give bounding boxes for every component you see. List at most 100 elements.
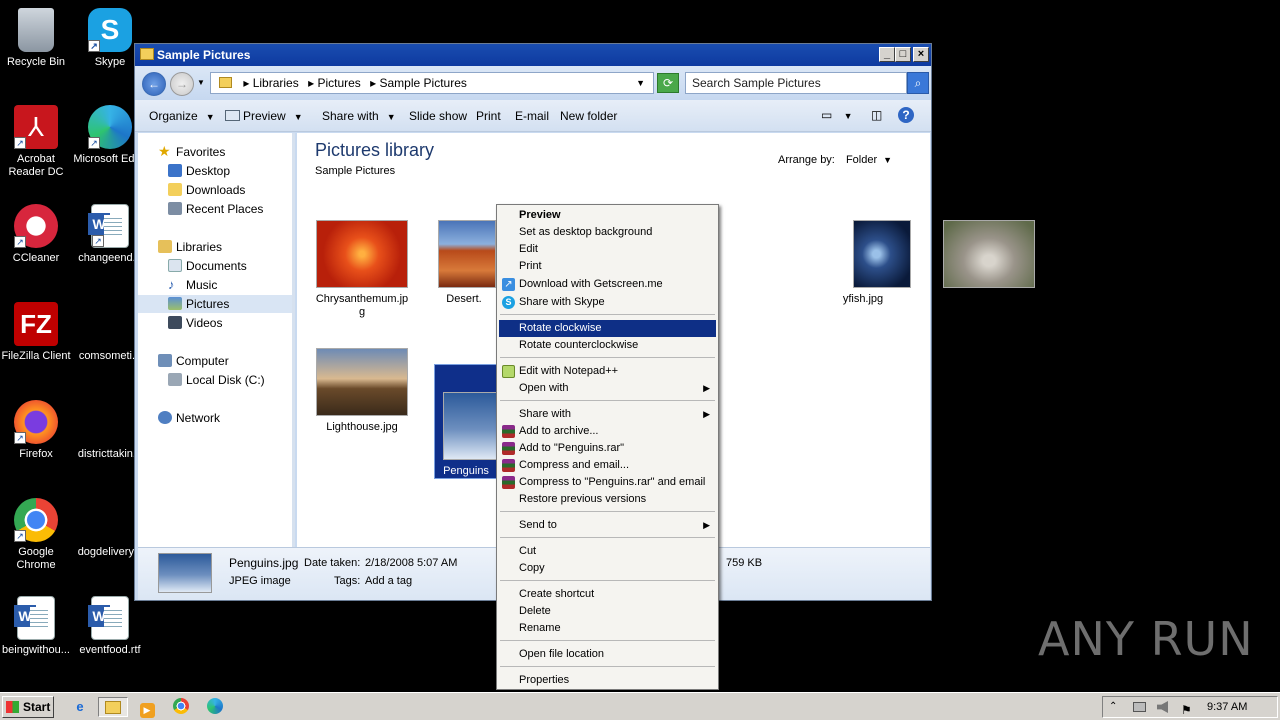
address-dropdown-icon[interactable]: ▼ — [636, 73, 645, 93]
close-button[interactable]: × — [913, 47, 929, 62]
share-with-button[interactable]: Share with ▼ — [322, 109, 396, 123]
file-desert[interactable]: Desert. — [432, 220, 496, 306]
menu-cut[interactable]: Cut — [499, 543, 716, 560]
file-chrysanthemum[interactable]: Chrysanthemum.jpg — [307, 220, 417, 319]
views-icon[interactable]: ▭ ▼ — [821, 108, 853, 122]
explorer-taskbar-button[interactable] — [98, 697, 128, 717]
media-player-icon[interactable]: ▶ — [136, 697, 158, 718]
menu-open-file-location[interactable]: Open file location — [499, 646, 716, 663]
menu-share-skype[interactable]: S Share with Skype — [499, 294, 716, 311]
nav-recent-places[interactable]: Recent Places — [138, 200, 292, 218]
clock[interactable]: 9:37 AM — [1207, 697, 1247, 717]
menu-edit[interactable]: Edit — [499, 241, 716, 258]
action-center-flag-icon[interactable]: ⚑ — [1181, 700, 1192, 720]
menu-add-to-archive[interactable]: Add to archive... — [499, 423, 716, 440]
arrange-by-dropdown[interactable]: Folder ▼ — [846, 154, 892, 166]
back-button[interactable]: ← — [142, 72, 166, 96]
nav-pictures[interactable]: Pictures — [138, 295, 292, 313]
menu-send-to[interactable]: Send to ▶ — [499, 517, 716, 534]
recent-pages-dropdown[interactable]: ▼ — [197, 78, 205, 87]
menu-open-with[interactable]: Open with ▶ — [499, 380, 716, 397]
menu-share-with[interactable]: Share with ▶ — [499, 406, 716, 423]
network-tray-icon[interactable] — [1133, 702, 1146, 712]
beingwithou-shortcut[interactable]: beingwithou... — [0, 596, 74, 657]
menu-getscreen[interactable]: ↗ Download with Getscreen.me — [499, 276, 716, 293]
breadcrumb-libraries[interactable]: Libraries — [253, 76, 299, 90]
menu-print[interactable]: Print — [499, 258, 716, 275]
menu-rotate-counterclockwise[interactable]: Rotate counterclockwise — [499, 337, 716, 354]
chrome-shortcut[interactable]: ↗ Google Chrome — [0, 498, 74, 572]
organize-button[interactable]: Organize ▼ — [149, 109, 215, 123]
windows-logo-icon — [6, 701, 19, 713]
recycle-bin-shortcut[interactable]: Recycle Bin — [0, 8, 74, 69]
new-folder-button[interactable]: New folder — [560, 109, 617, 123]
forward-button[interactable]: → — [170, 72, 194, 96]
maximize-button[interactable]: □ — [895, 47, 911, 62]
nav-documents[interactable]: Documents — [138, 257, 292, 275]
winrar-icon — [502, 442, 515, 455]
start-button[interactable]: Start — [2, 696, 54, 718]
volume-icon[interactable] — [1157, 701, 1168, 713]
file-jellyfish[interactable]: yfish.jpg — [843, 220, 913, 306]
menu-properties[interactable]: Properties — [499, 672, 716, 689]
menu-copy[interactable]: Copy — [499, 560, 716, 577]
submenu-arrow-icon: ▶ — [703, 520, 710, 530]
edge-taskbar-icon[interactable] — [204, 697, 226, 717]
network-icon — [158, 411, 172, 424]
nav-network[interactable]: Network — [138, 409, 292, 427]
search-input[interactable]: Search Sample Pictures — [685, 72, 907, 94]
breadcrumb-pictures[interactable]: Pictures — [317, 76, 360, 90]
menu-compress-rar-email[interactable]: Compress to "Penguins.rar" and email — [499, 474, 716, 491]
nav-downloads[interactable]: Downloads — [138, 181, 292, 199]
file-koala[interactable]: Koala.jpg — [934, 220, 1044, 306]
skype-icon: S ↗ — [88, 8, 132, 52]
arrange-by-label: Arrange by: — [778, 154, 835, 166]
firefox-shortcut[interactable]: ↗ Firefox — [0, 400, 74, 461]
chrome-taskbar-icon[interactable] — [170, 697, 192, 717]
nav-favorites[interactable]: ★ Favorites — [138, 143, 292, 161]
menu-create-shortcut[interactable]: Create shortcut — [499, 586, 716, 603]
internet-explorer-icon[interactable]: e — [69, 697, 91, 717]
address-bar[interactable]: ▸ Libraries ▸ Pictures ▸ Sample Pictures… — [210, 72, 654, 94]
slide-show-button[interactable]: Slide show — [409, 109, 467, 123]
detail-tags-value[interactable]: Add a tag — [365, 575, 412, 587]
menu-rotate-clockwise[interactable]: Rotate clockwise — [499, 320, 716, 337]
menu-add-to-rar[interactable]: Add to "Penguins.rar" — [499, 440, 716, 457]
menu-restore-versions[interactable]: Restore previous versions — [499, 491, 716, 508]
title-bar[interactable]: Sample Pictures _ □ × — [135, 44, 931, 66]
menu-preview[interactable]: Preview — [499, 207, 716, 224]
preview-pane-icon[interactable]: ◫ — [871, 108, 882, 122]
menu-rename[interactable]: Rename — [499, 620, 716, 637]
nav-local-disk[interactable]: Local Disk (C:) — [138, 371, 292, 389]
menu-set-desktop-background[interactable]: Set as desktop background — [499, 224, 716, 241]
nav-libraries[interactable]: Libraries — [138, 238, 292, 256]
refresh-button[interactable]: ⟳ — [657, 73, 679, 93]
file-lighthouse[interactable]: Lighthouse.jpg — [307, 348, 417, 434]
show-hidden-icons-icon[interactable]: ⌃ — [1109, 697, 1117, 717]
help-icon[interactable]: ? — [898, 107, 914, 123]
nav-videos[interactable]: Videos — [138, 314, 292, 332]
nav-music[interactable]: ♪ Music — [138, 276, 292, 294]
email-button[interactable]: E-mail — [515, 109, 549, 123]
nav-computer[interactable]: Computer — [138, 352, 292, 370]
menu-compress-email[interactable]: Compress and email... — [499, 457, 716, 474]
print-button[interactable]: Print — [476, 109, 501, 123]
computer-icon — [158, 354, 172, 367]
preview-button[interactable]: Preview ▼ — [225, 109, 303, 123]
music-icon: ♪ — [168, 277, 175, 292]
search-icon[interactable]: ⌕ — [907, 72, 929, 94]
minimize-button[interactable]: _ — [879, 47, 895, 62]
eventfood-shortcut[interactable]: eventfood.rtf — [72, 596, 148, 657]
menu-edit-notepad[interactable]: Edit with Notepad++ — [499, 363, 716, 380]
context-menu: Preview Set as desktop background Edit P… — [496, 204, 719, 690]
acrobat-shortcut[interactable]: ⅄ ↗ Acrobat Reader DC — [0, 105, 74, 179]
file-penguins[interactable]: Penguins — [434, 364, 498, 479]
menu-delete[interactable]: Delete — [499, 603, 716, 620]
desktop-icon-label: Firefox — [19, 448, 53, 460]
filezilla-shortcut[interactable]: FZ FileZilla Client — [0, 302, 74, 363]
ccleaner-shortcut[interactable]: ↗ CCleaner — [0, 204, 74, 265]
file-label: Chrysanthemum.jpg — [315, 293, 409, 318]
desktop-icon-label: eventfood.rtf — [79, 644, 141, 656]
breadcrumb-sample-pictures[interactable]: Sample Pictures — [380, 76, 467, 90]
nav-desktop[interactable]: Desktop — [138, 162, 292, 180]
